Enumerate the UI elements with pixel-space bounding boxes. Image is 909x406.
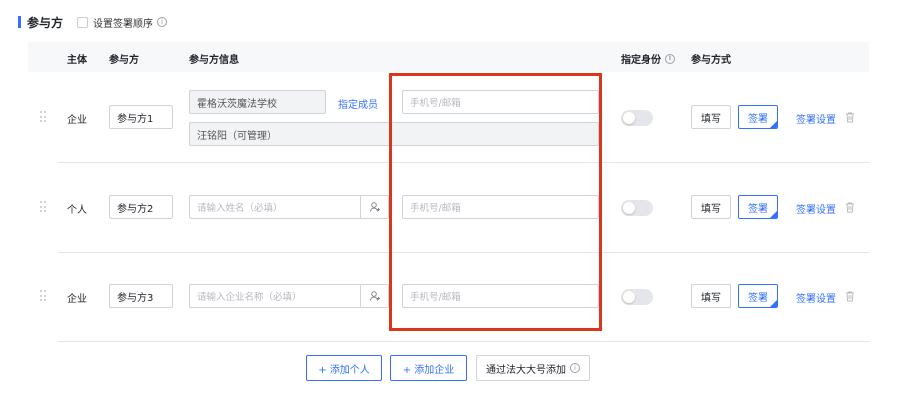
sign-button[interactable]: 签署 <box>738 284 778 308</box>
section-header: 参与方 设置签署顺序 i <box>18 14 168 30</box>
identity-toggle[interactable] <box>621 289 653 305</box>
org-name-field: 霍格沃茨魔法学校 <box>189 90 326 114</box>
column-header-identity: 指定身份 i <box>621 51 675 66</box>
column-header-subject: 主体 <box>67 55 87 66</box>
row-divider <box>58 252 869 253</box>
row-divider <box>58 162 869 163</box>
set-order-checkbox[interactable] <box>77 16 89 28</box>
company-name-input[interactable]: 请输入企业名称（必填） <box>189 284 389 308</box>
contact-input[interactable]: 手机号/邮箱 <box>402 284 599 308</box>
sign-setting-link[interactable]: 签署设置 <box>796 111 836 126</box>
assign-member-link[interactable]: 指定成员 <box>338 96 378 111</box>
info-icon: i <box>570 363 580 373</box>
identity-toggle[interactable] <box>621 200 653 216</box>
row-divider <box>58 341 869 342</box>
trash-icon[interactable] <box>844 111 856 123</box>
info-icon[interactable]: i <box>665 53 675 64</box>
drag-handle-icon[interactable] <box>40 111 46 123</box>
column-header-mode: 参与方式 <box>691 55 731 66</box>
drag-handle-icon[interactable] <box>40 201 46 213</box>
party-name-input[interactable]: 参与方1 <box>109 105 173 129</box>
contact-input[interactable]: 手机号/邮箱 <box>402 195 599 219</box>
fill-button[interactable]: 填写 <box>691 105 731 129</box>
sign-button[interactable]: 签署 <box>738 105 778 129</box>
sign-setting-link[interactable]: 签署设置 <box>796 290 836 305</box>
sign-setting-link[interactable]: 签署设置 <box>796 201 836 216</box>
row-subject: 个人 <box>67 205 87 216</box>
row-subject: 企业 <box>67 294 87 305</box>
user-add-icon[interactable] <box>360 285 388 307</box>
add-by-legal-label: 通过法大大号添加 <box>486 364 566 376</box>
fill-button[interactable]: 填写 <box>691 284 731 308</box>
party-name-input[interactable]: 参与方2 <box>109 195 173 219</box>
identity-toggle[interactable] <box>621 110 653 126</box>
party-name-input[interactable]: 参与方3 <box>109 284 173 308</box>
drag-handle-icon[interactable] <box>40 290 46 302</box>
person-name-input[interactable]: 请输入姓名（必填） <box>189 195 389 219</box>
trash-icon[interactable] <box>844 201 856 213</box>
add-by-legal-button[interactable]: 通过法大大号添加 i <box>476 355 590 381</box>
column-header-party-info: 参与方信息 <box>189 55 239 66</box>
add-person-button[interactable]: + 添加个人 <box>306 355 382 381</box>
member-field: 汪铭阳（可管理） <box>189 122 599 146</box>
contact-input[interactable]: 手机号/邮箱 <box>402 90 599 114</box>
user-add-icon[interactable] <box>360 196 388 218</box>
column-header-party: 参与方 <box>109 55 139 66</box>
section-title: 参与方 <box>27 15 64 30</box>
person-name-placeholder: 请输入姓名（必填） <box>197 203 283 214</box>
row-subject: 企业 <box>67 115 87 126</box>
column-header-identity-label: 指定身份 <box>621 55 661 66</box>
sign-button[interactable]: 签署 <box>738 195 778 219</box>
add-company-button[interactable]: + 添加企业 <box>390 355 467 381</box>
company-name-placeholder: 请输入企业名称（必填） <box>197 292 302 303</box>
fill-button[interactable]: 填写 <box>691 195 731 219</box>
section-accent-bar <box>18 16 21 28</box>
info-icon[interactable]: i <box>157 17 168 27</box>
set-order-label[interactable]: 设置签署顺序 <box>93 15 153 30</box>
table-header: 主体 参与方 参与方信息 指定身份 i 参与方式 <box>28 42 869 72</box>
trash-icon[interactable] <box>844 290 856 302</box>
